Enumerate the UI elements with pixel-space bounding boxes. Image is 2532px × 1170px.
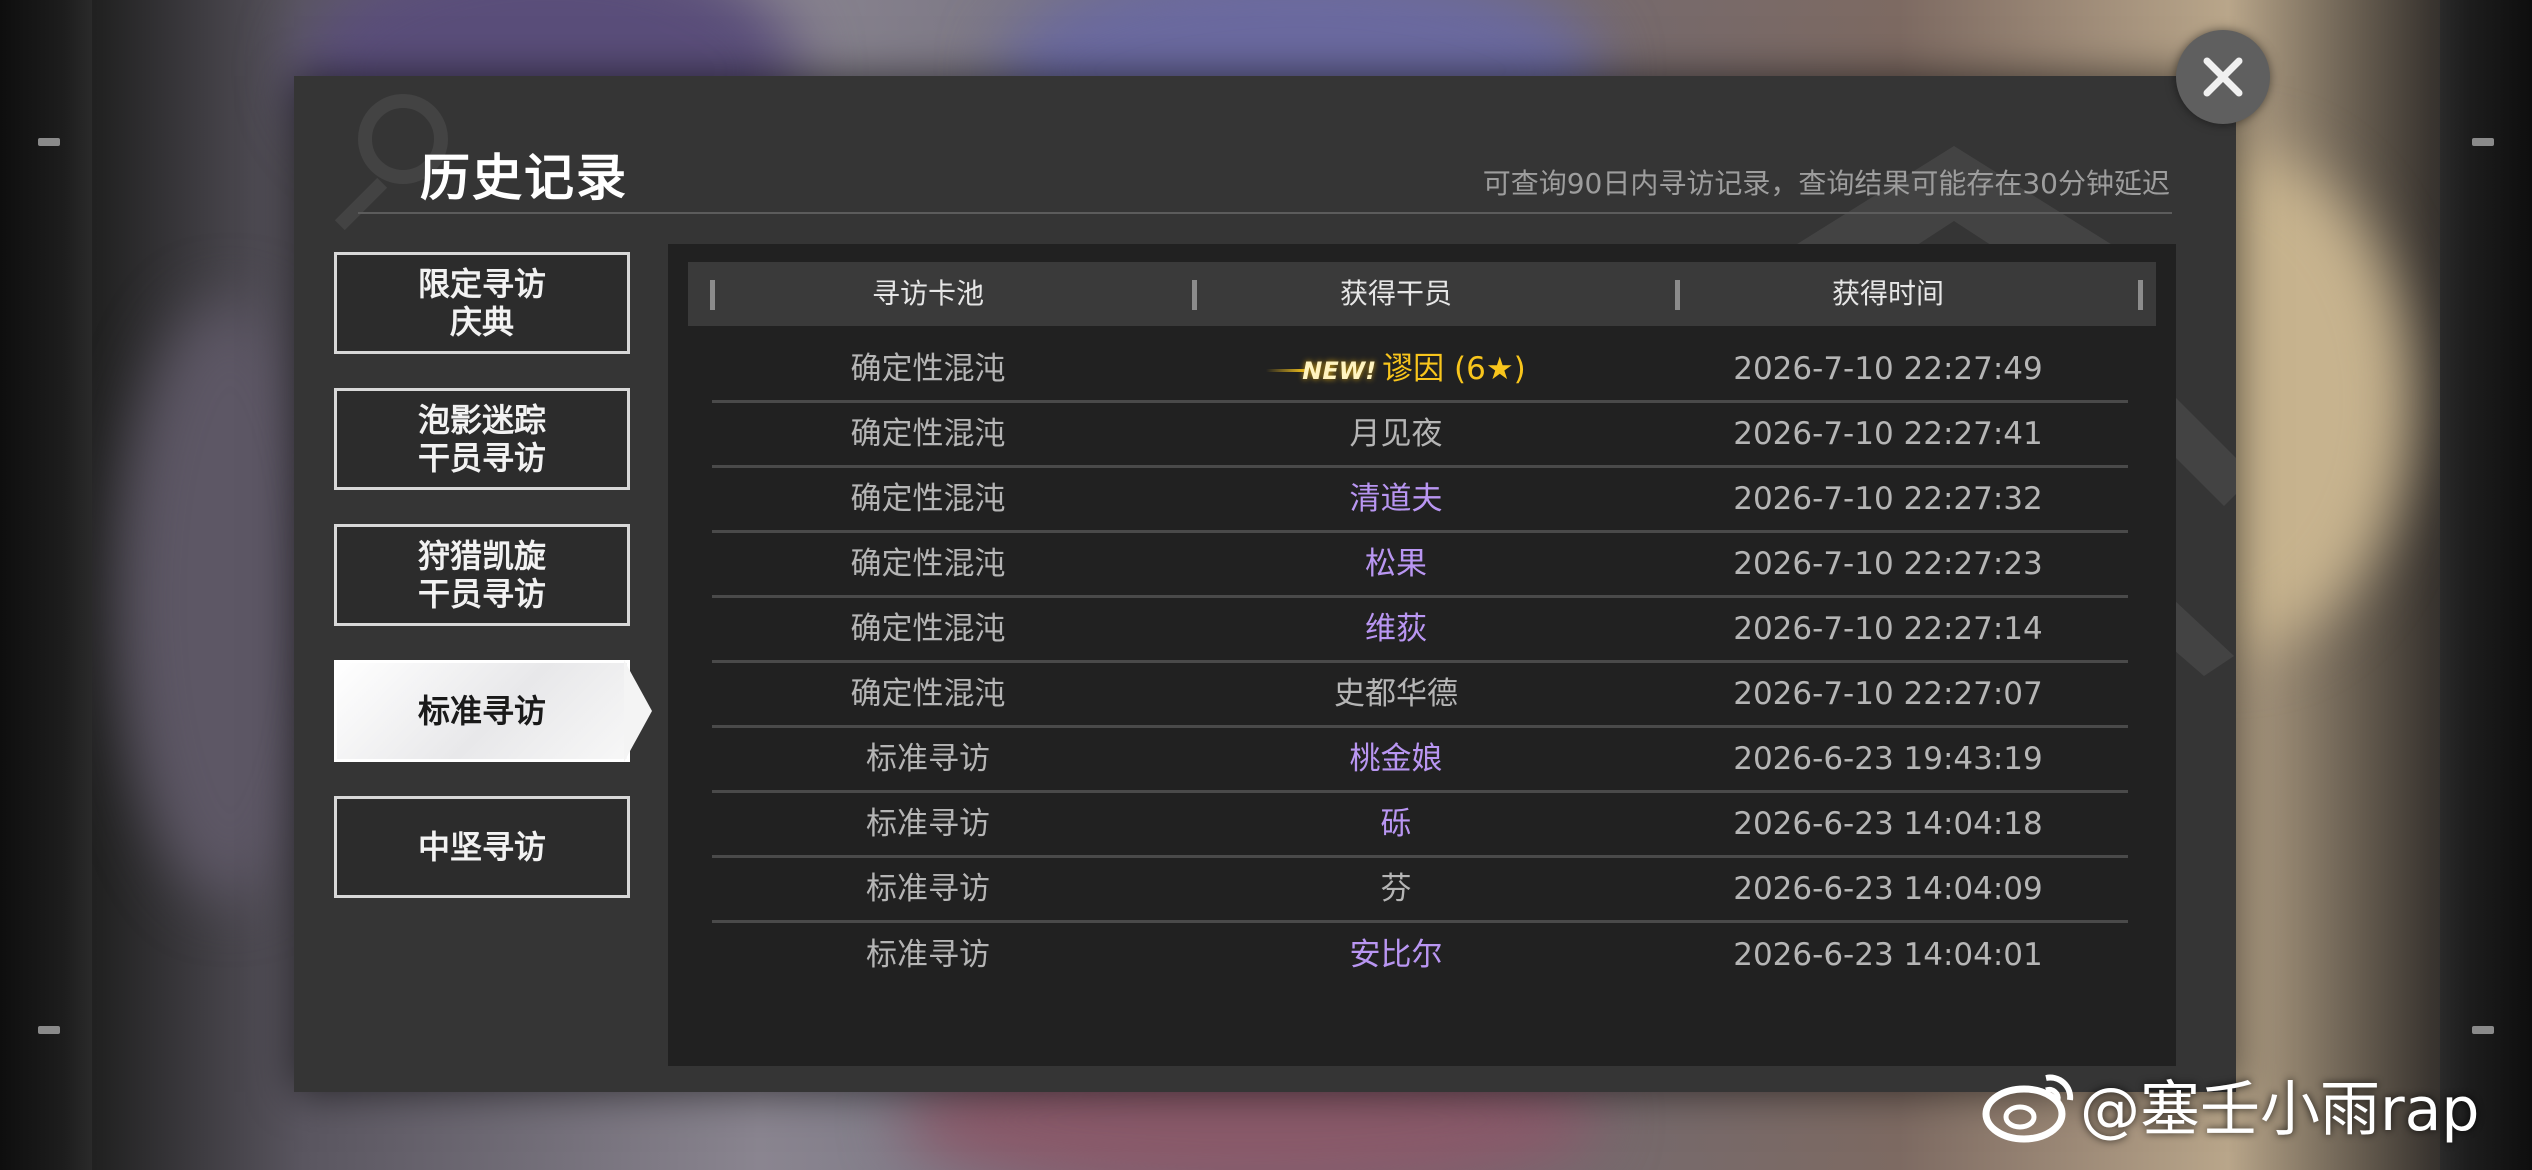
time-cell: 2026-7-10 22:27:41 — [1733, 416, 2043, 452]
time-cell: 2026-6-23 14:04:18 — [1733, 806, 2043, 842]
operator-cell: 月见夜 — [1349, 416, 1443, 452]
pool-cell: 标准寻访 — [866, 741, 990, 777]
tab-label: 中坚寻访 — [417, 827, 546, 866]
pool-cell: 确定性混沌 — [850, 676, 1006, 712]
weibo-logo-icon — [1982, 1074, 2074, 1143]
time-cell: 2026-6-23 14:04:01 — [1733, 937, 2043, 973]
table-row: 确定性混沌 NEW! 谬因 (6★) 2026-7-10 22:27:49 — [712, 338, 2128, 403]
table-header: 寻访卡池 获得干员 获得时间 — [688, 262, 2156, 326]
operator-cell: NEW! 谬因 (6★) — [1144, 338, 1648, 400]
operator-cell: 史都华德 — [1334, 676, 1458, 712]
table-row: 确定性混沌 维荻 2026-7-10 22:27:14 — [712, 598, 2128, 663]
column-header-time: 获得时间 — [1831, 277, 1944, 310]
operator-cell: 松果 — [1365, 546, 1427, 582]
pool-cell: 标准寻访 — [866, 871, 990, 907]
pool-cell: 确定性混沌 — [850, 416, 1006, 452]
page-title: 历史记录 — [420, 149, 628, 207]
time-cell: 2026-7-10 22:27:32 — [1733, 481, 2043, 517]
weibo-watermark: @塞壬小雨rap — [1980, 1064, 2480, 1145]
table-row: 确定性混沌 清道夫 2026-7-10 22:27:32 — [712, 468, 2128, 533]
tab-hunting-operator[interactable]: 狩猎凯旋 干员寻访 — [334, 524, 630, 626]
tab-label: 狩猎凯旋 干员寻访 — [417, 536, 546, 613]
table-row: 标准寻访 桃金娘 2026-6-23 19:43:19 — [712, 728, 2128, 793]
time-cell: 2026-7-10 22:27:49 — [1733, 351, 2043, 387]
tab-bubble-operator[interactable]: 泡影迷踪 干员寻访 — [334, 388, 630, 490]
header-separator — [2138, 280, 2143, 310]
operator-name: 谬因 (6★) — [1382, 351, 1526, 387]
table-row: 标准寻访 安比尔 2026-6-23 14:04:01 — [712, 924, 2128, 989]
tab-label: 限定寻访 庆典 — [417, 264, 546, 341]
time-cell: 2026-7-10 22:27:07 — [1733, 676, 2043, 712]
left-frame-edge — [0, 0, 92, 1170]
operator-cell: 砾 — [1380, 806, 1412, 842]
title-divider — [358, 212, 2172, 214]
operator-cell: 芬 — [1380, 871, 1412, 907]
column-header-pool: 寻访卡池 — [871, 277, 984, 310]
tab-label: 泡影迷踪 干员寻访 — [417, 400, 546, 477]
operator-cell: 桃金娘 — [1349, 741, 1443, 777]
time-cell: 2026-6-23 14:04:09 — [1733, 871, 2043, 907]
pool-cell: 确定性混沌 — [850, 481, 1006, 517]
table-row: 确定性混沌 松果 2026-7-10 22:27:23 — [712, 533, 2128, 598]
operator-cell: 安比尔 — [1349, 937, 1443, 973]
time-cell: 2026-7-10 22:27:23 — [1733, 546, 2043, 582]
table-row: 确定性混沌 史都华德 2026-7-10 22:27:07 — [712, 663, 2128, 728]
time-cell: 2026-7-10 22:27:14 — [1733, 611, 2043, 647]
close-button[interactable] — [2176, 30, 2270, 124]
column-header-operator: 获得干员 — [1339, 277, 1452, 310]
time-cell: 2026-6-23 19:43:19 — [1733, 741, 2043, 777]
watermark-text: @塞壬小雨rap — [2080, 1074, 2480, 1145]
active-tab-indicator — [624, 660, 652, 762]
new-badge: NEW! — [1302, 357, 1377, 385]
operator-cell: 清道夫 — [1349, 481, 1443, 517]
pool-cell: 确定性混沌 — [850, 546, 1006, 582]
table-row: 标准寻访 砾 2026-6-23 14:04:18 — [712, 793, 2128, 858]
history-dialog: 历史记录 可查询90日内寻访记录，查询结果可能存在30分钟延迟 限定寻访 庆典 … — [294, 76, 2236, 1092]
history-table-panel: 寻访卡池 获得干员 获得时间 确定性混沌 NEW! 谬因 (6★) 2026-7-… — [668, 244, 2176, 1066]
decorative-magnifier-handle — [334, 177, 388, 231]
tab-label: 标准寻访 — [417, 691, 546, 730]
tab-standard-headhunting[interactable]: 标准寻访 — [334, 660, 630, 762]
close-icon — [2203, 57, 2243, 97]
tab-limited-celebration[interactable]: 限定寻访 庆典 — [334, 252, 630, 354]
pool-cell: 确定性混沌 — [850, 351, 1006, 387]
table-row: 标准寻访 芬 2026-6-23 14:04:09 — [712, 858, 2128, 923]
new-streak-decoration — [1266, 369, 1307, 372]
pool-cell: 标准寻访 — [866, 806, 990, 842]
table-row: 确定性混沌 月见夜 2026-7-10 22:27:41 — [712, 403, 2128, 468]
operator-cell: 维荻 — [1365, 611, 1427, 647]
pool-cell: 确定性混沌 — [850, 611, 1006, 647]
pool-cell: 标准寻访 — [866, 937, 990, 973]
query-notice: 可查询90日内寻访记录，查询结果可能存在30分钟延迟 — [1482, 167, 2170, 200]
right-frame-edge — [2440, 0, 2532, 1170]
tab-veteran-headhunting[interactable]: 中坚寻访 — [334, 796, 630, 898]
